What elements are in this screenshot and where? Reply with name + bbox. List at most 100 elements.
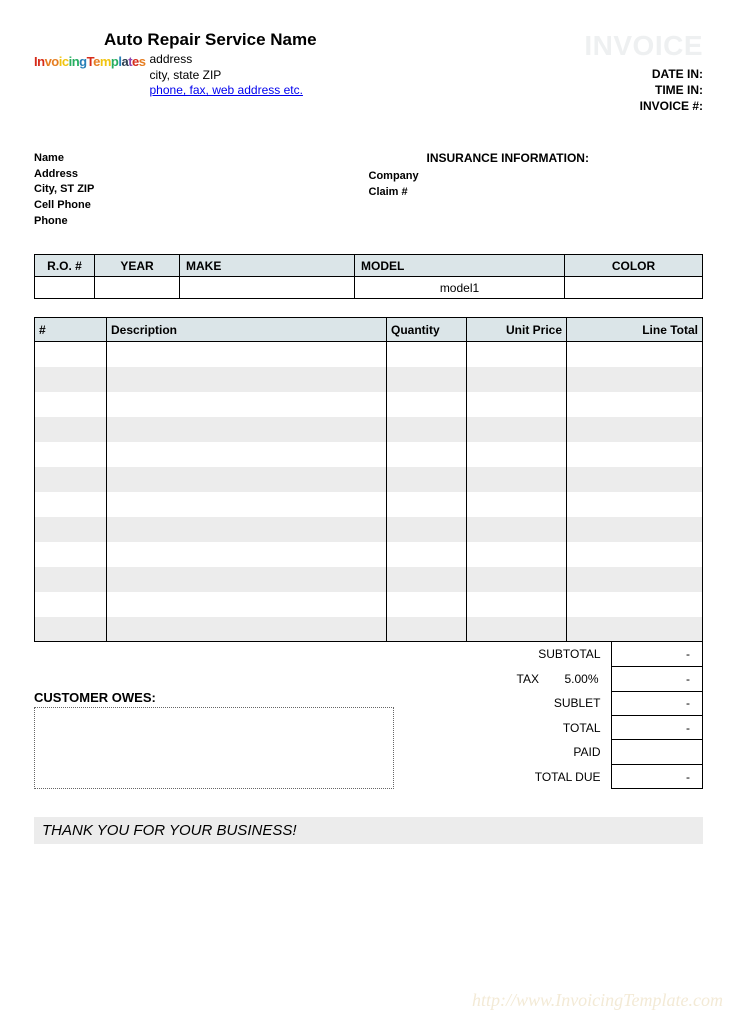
item-cell (107, 592, 387, 617)
item-cell (467, 567, 567, 592)
item-cell (567, 492, 703, 517)
item-cell (387, 517, 467, 542)
item-cell (35, 367, 107, 392)
items-header-desc: Description (107, 318, 387, 342)
item-cell (567, 442, 703, 467)
total-label: TOTAL (394, 715, 611, 739)
item-cell (107, 617, 387, 642)
company-address-line2: city, state ZIP (150, 68, 303, 84)
item-cell (107, 492, 387, 517)
sublet-label: SUBLET (394, 691, 611, 715)
item-cell (467, 417, 567, 442)
items-header-qty: Quantity (387, 318, 467, 342)
item-cell (567, 617, 703, 642)
customer-city-label: City, ST ZIP (34, 182, 369, 198)
item-cell (567, 592, 703, 617)
item-cell (467, 367, 567, 392)
item-cell (35, 592, 107, 617)
item-cell (467, 492, 567, 517)
item-cell (35, 517, 107, 542)
item-cell (35, 567, 107, 592)
item-cell (467, 342, 567, 367)
item-cell (467, 542, 567, 567)
item-cell (35, 542, 107, 567)
item-cell (467, 442, 567, 467)
item-cell (567, 517, 703, 542)
item-cell (107, 367, 387, 392)
item-cell (567, 417, 703, 442)
item-cell (35, 492, 107, 517)
item-cell (467, 517, 567, 542)
total-value: - (611, 715, 703, 739)
sublet-value: - (611, 691, 703, 715)
totals-table: SUBTOTAL - TAX 5.00% - SUBLET - TOTAL - … (394, 642, 703, 789)
subtotal-value: - (611, 642, 703, 666)
paid-label: PAID (394, 740, 611, 764)
customer-name-label: Name (34, 151, 369, 167)
item-cell (467, 617, 567, 642)
item-cell (387, 617, 467, 642)
item-cell (387, 392, 467, 417)
company-address-line1: address (150, 52, 303, 68)
invoice-title: INVOICE (584, 30, 703, 62)
item-cell (387, 492, 467, 517)
item-cell (35, 442, 107, 467)
thank-you-message: THANK YOU FOR YOUR BUSINESS! (34, 817, 703, 844)
line-items-table: # Description Quantity Unit Price Line T… (34, 317, 703, 642)
item-cell (35, 342, 107, 367)
vehicle-model-value: model1 (355, 277, 565, 299)
item-cell (387, 467, 467, 492)
item-cell (387, 442, 467, 467)
subtotal-label: SUBTOTAL (394, 642, 611, 666)
tax-label: TAX (394, 667, 549, 691)
item-cell (467, 392, 567, 417)
vehicle-table: R.O. # YEAR MAKE MODEL COLOR model1 (34, 254, 703, 299)
item-cell (567, 392, 703, 417)
item-cell (387, 542, 467, 567)
item-cell (387, 417, 467, 442)
vehicle-header-year: YEAR (95, 255, 180, 277)
item-cell (567, 467, 703, 492)
logo: InvoicingTemplates (34, 52, 146, 69)
items-header-unit: Unit Price (467, 318, 567, 342)
items-header-num: # (35, 318, 107, 342)
item-cell (107, 342, 387, 367)
time-in-label: TIME IN: (584, 82, 703, 98)
item-cell (35, 467, 107, 492)
item-cell (107, 442, 387, 467)
tax-value: - (611, 667, 703, 691)
invoice-number-label: INVOICE #: (584, 98, 703, 114)
item-cell (467, 467, 567, 492)
item-cell (107, 517, 387, 542)
company-name: Auto Repair Service Name (104, 30, 584, 50)
insurance-company-label: Company (369, 169, 704, 185)
item-cell (35, 392, 107, 417)
company-contact-link[interactable]: phone, fax, web address etc. (150, 83, 303, 97)
item-cell (35, 617, 107, 642)
insurance-title: INSURANCE INFORMATION: (427, 151, 704, 165)
customer-phone-label: Phone (34, 214, 369, 230)
paid-value (611, 740, 703, 764)
vehicle-ro-value (35, 277, 95, 299)
vehicle-header-model: MODEL (355, 255, 565, 277)
customer-owes-label: CUSTOMER OWES: (34, 690, 394, 705)
customer-address-label: Address (34, 167, 369, 183)
customer-cell-label: Cell Phone (34, 198, 369, 214)
item-cell (387, 342, 467, 367)
vehicle-header-make: MAKE (180, 255, 355, 277)
total-due-value: - (611, 764, 703, 788)
item-cell (107, 392, 387, 417)
customer-owes-box (34, 707, 394, 789)
item-cell (107, 542, 387, 567)
tax-pct: 5.00% (549, 667, 611, 691)
item-cell (567, 367, 703, 392)
item-cell (107, 417, 387, 442)
item-cell (107, 567, 387, 592)
item-cell (567, 567, 703, 592)
vehicle-make-value (180, 277, 355, 299)
vehicle-color-value (565, 277, 703, 299)
insurance-claim-label: Claim # (369, 185, 704, 201)
vehicle-year-value (95, 277, 180, 299)
item-cell (35, 417, 107, 442)
item-cell (107, 467, 387, 492)
